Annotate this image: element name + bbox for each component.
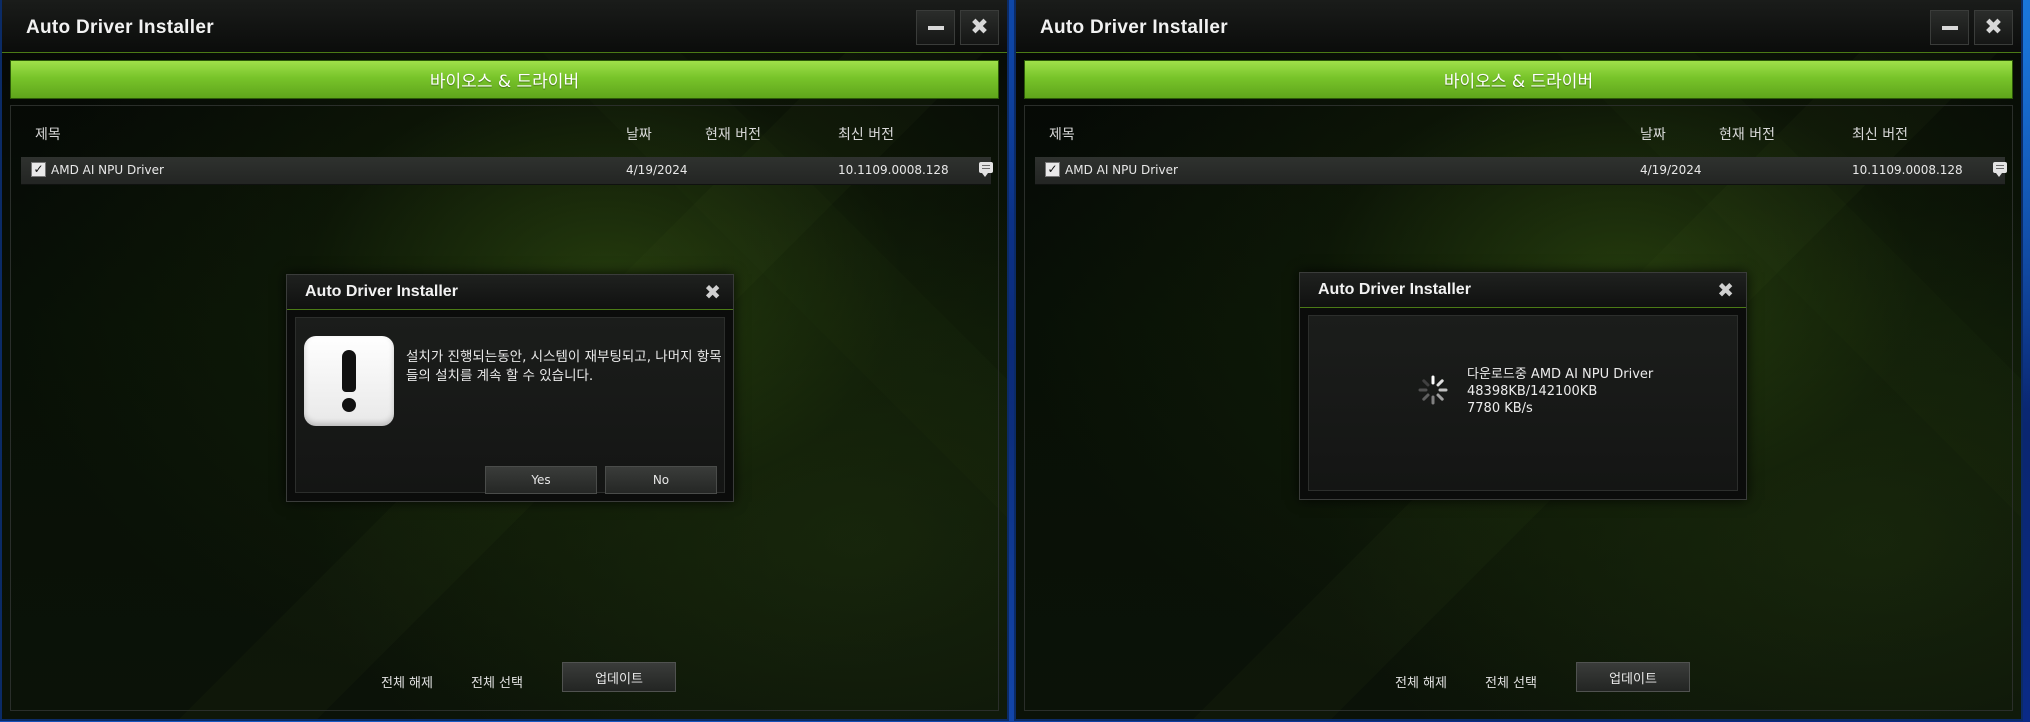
window-title: Auto Driver Installer xyxy=(26,17,214,38)
driver-name: AMD AI NPU Driver xyxy=(51,163,164,177)
column-header-date: 날짜 xyxy=(626,127,652,143)
close-icon: ✖ xyxy=(1984,14,2003,40)
download-status: 다운로드중 AMD AI NPU Driver 48398KB/142100KB… xyxy=(1467,366,1653,417)
driver-date: 4/19/2024 xyxy=(626,163,688,177)
driver-latest-version: 10.1109.0008.128 xyxy=(838,163,949,177)
yes-button[interactable]: Yes xyxy=(485,466,597,494)
column-header-title: 제목 xyxy=(35,127,61,143)
tab-bios-driver[interactable]: 바이오스 & 드라이버 xyxy=(10,60,999,99)
deselect-all-button[interactable]: 전체 해제 xyxy=(1395,672,1447,691)
column-header-title: 제목 xyxy=(1049,127,1075,143)
minimize-button[interactable] xyxy=(1930,10,1969,45)
dialog-title-bar: Auto Driver Installer ✖ xyxy=(287,275,733,310)
column-header-date: 날짜 xyxy=(1640,127,1666,143)
select-all-button[interactable]: 전체 선택 xyxy=(1485,672,1537,691)
dialog-title: Auto Driver Installer xyxy=(1318,281,1471,298)
row-checkbox[interactable]: ✓ xyxy=(31,162,46,177)
window-title: Auto Driver Installer xyxy=(1040,17,1228,38)
column-header-current-version: 현재 버전 xyxy=(705,127,761,143)
column-header-latest-version: 최신 버전 xyxy=(1852,127,1908,143)
close-button[interactable]: ✖ xyxy=(1974,10,2013,45)
no-button[interactable]: No xyxy=(605,466,717,494)
driver-latest-version: 10.1109.0008.128 xyxy=(1852,163,1963,177)
column-header-latest-version: 최신 버전 xyxy=(838,127,894,143)
deselect-all-button[interactable]: 전체 해제 xyxy=(381,672,433,691)
driver-name: AMD AI NPU Driver xyxy=(1065,163,1178,177)
close-icon: ✖ xyxy=(970,14,989,40)
dialog-body: 설치가 진행되는동안, 시스템이 재부팅되고, 나머지 항목들의 설치를 계속 … xyxy=(295,317,725,494)
release-note-icon[interactable] xyxy=(1993,162,2007,177)
driver-row[interactable]: ✓ AMD AI NPU Driver 4/19/2024 10.1109.00… xyxy=(21,157,993,185)
dialog-body: 다운로드중 AMD AI NPU Driver 48398KB/142100KB… xyxy=(1308,315,1738,491)
dialog-message: 설치가 진행되는동안, 시스템이 재부팅되고, 나머지 항목들의 설치를 계속 … xyxy=(406,349,722,384)
row-checkbox[interactable]: ✓ xyxy=(1045,162,1060,177)
reboot-confirm-dialog: Auto Driver Installer ✖ 설치가 진행되는동안, 시스템이… xyxy=(286,274,734,502)
update-button[interactable]: 업데이트 xyxy=(1576,662,1690,692)
download-speed: 7780 KB/s xyxy=(1467,401,1533,416)
loading-spinner-icon xyxy=(1418,375,1448,405)
minimize-button[interactable] xyxy=(916,10,955,45)
title-bar: Auto Driver Installer ✖ xyxy=(2,0,1007,53)
driver-date: 4/19/2024 xyxy=(1640,163,1702,177)
dialog-close-icon[interactable]: ✖ xyxy=(704,280,721,304)
minimize-icon xyxy=(1941,25,1958,30)
tab-bios-driver[interactable]: 바이오스 & 드라이버 xyxy=(1024,60,2013,99)
select-all-button[interactable]: 전체 선택 xyxy=(471,672,523,691)
release-note-icon[interactable] xyxy=(979,162,993,177)
exclamation-icon xyxy=(304,336,394,426)
dialog-title-bar: Auto Driver Installer ✖ xyxy=(1300,273,1746,308)
update-button[interactable]: 업데이트 xyxy=(562,662,676,692)
column-header-current-version: 현재 버전 xyxy=(1719,127,1775,143)
download-filename: 다운로드중 AMD AI NPU Driver xyxy=(1467,367,1654,382)
driver-row[interactable]: ✓ AMD AI NPU Driver 4/19/2024 10.1109.00… xyxy=(1035,157,2007,185)
installer-window-left: Auto Driver Installer ✖ 바이오스 & 드라이버 제목 날… xyxy=(2,0,1007,719)
download-progress-dialog: Auto Driver Installer ✖ 다운로드중 AMD AI NPU… xyxy=(1299,272,1747,500)
minimize-icon xyxy=(927,25,944,30)
close-button[interactable]: ✖ xyxy=(960,10,999,45)
dialog-close-icon[interactable]: ✖ xyxy=(1717,278,1734,302)
title-bar: Auto Driver Installer ✖ xyxy=(1016,0,2021,53)
download-size: 48398KB/142100KB xyxy=(1467,384,1598,399)
dialog-title: Auto Driver Installer xyxy=(305,283,458,300)
installer-window-right: Auto Driver Installer ✖ 바이오스 & 드라이버 제목 날… xyxy=(1016,0,2021,719)
